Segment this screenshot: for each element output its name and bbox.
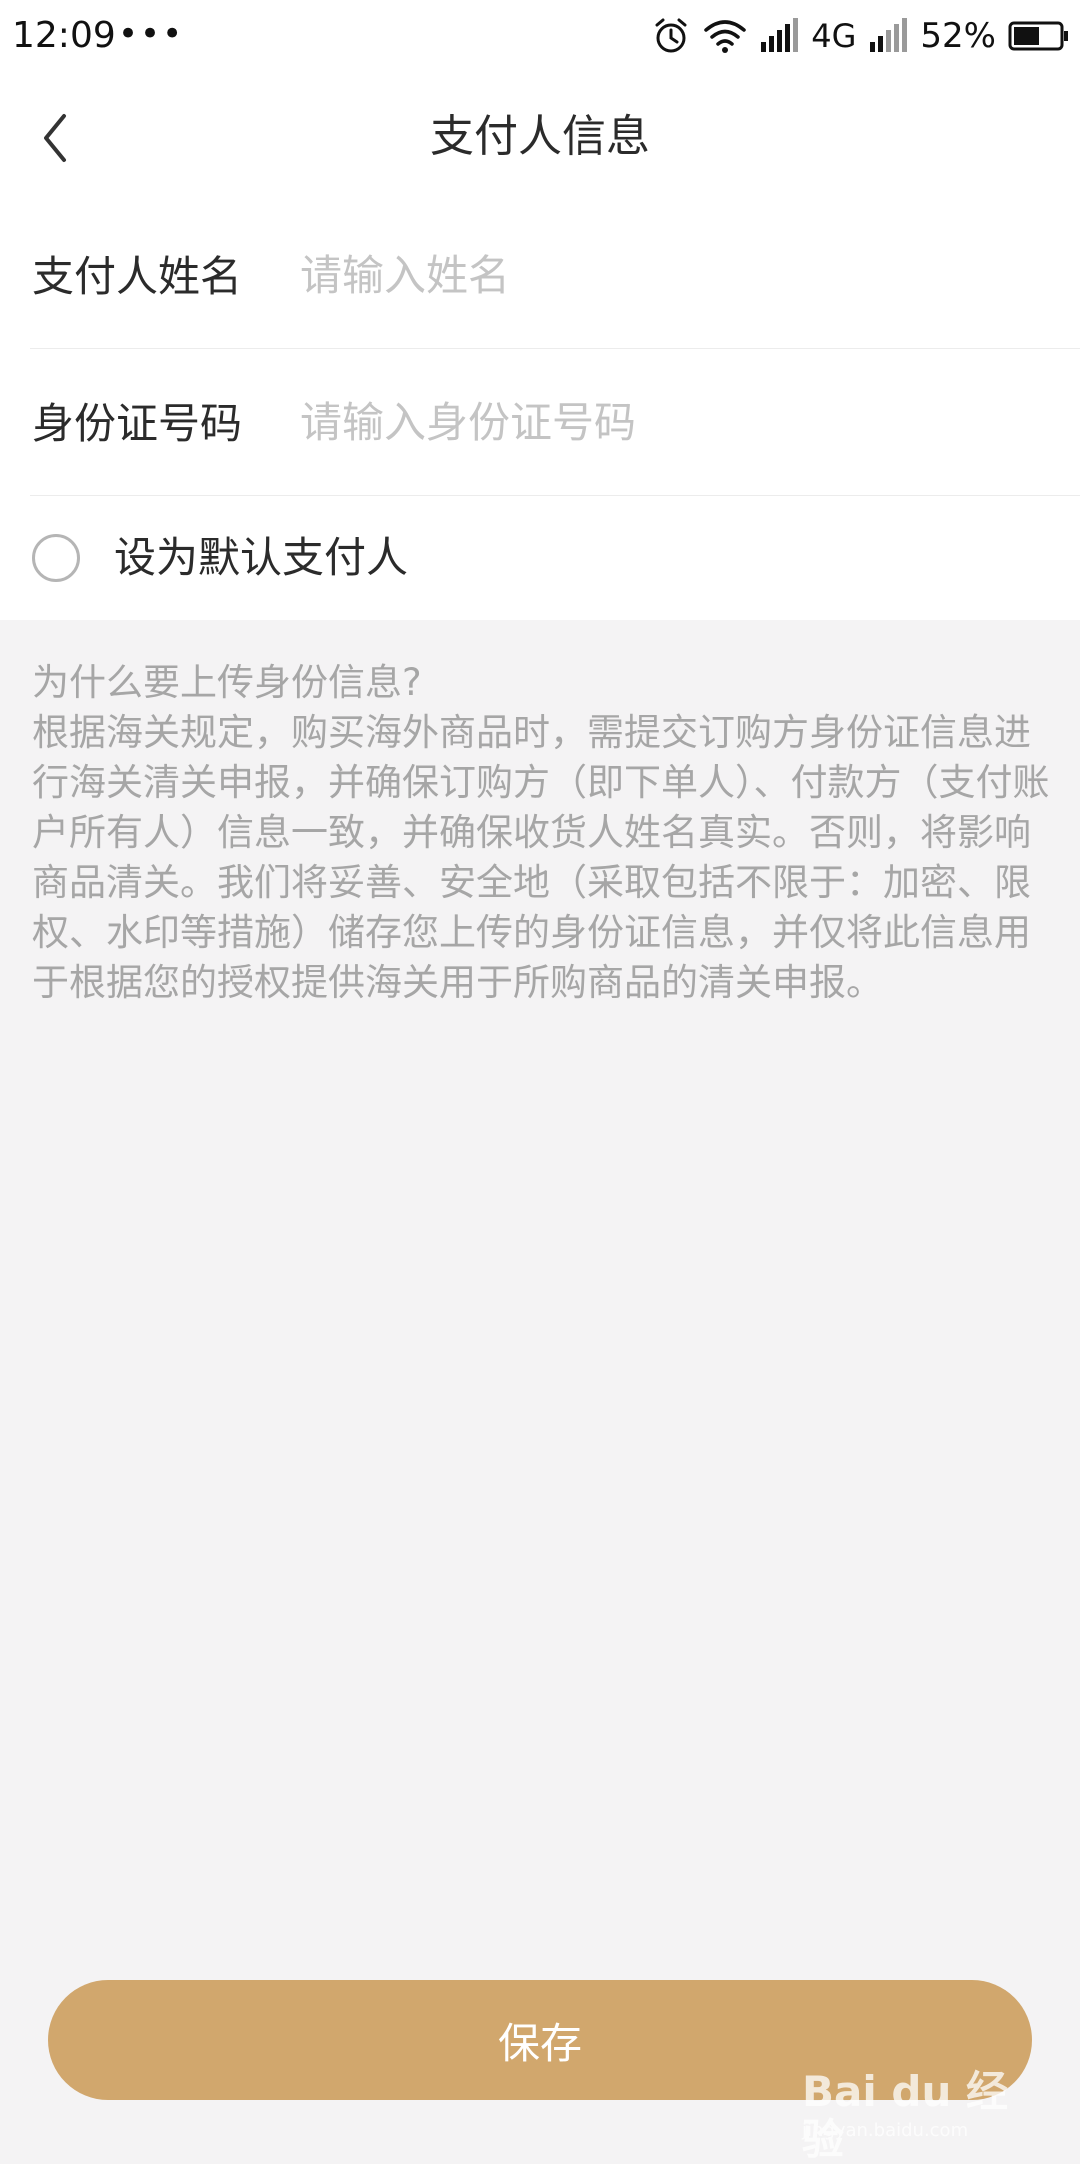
id-number-input[interactable] [300, 389, 1060, 455]
baidu-jingyan-watermark: Bai du 经验 jingyan.baidu.com [802, 2048, 1022, 2164]
page-title: 支付人信息 [430, 111, 650, 162]
status-bar: 12:09 ••• 4G 52% [0, 0, 1080, 72]
id-number-label: 身份证号码 [32, 399, 243, 448]
watermark-text: Bai du 经验 [802, 2067, 1008, 2164]
wifi-icon [704, 20, 747, 53]
payer-form: 支付人姓名 身份证号码 设为默认支付人 [0, 202, 1080, 620]
more-notifications-icon: ••• [118, 14, 185, 54]
alarm-icon [655, 18, 687, 53]
battery-icon [1008, 21, 1068, 51]
status-time: 12:09 [12, 15, 116, 56]
battery-percentage: 52% [920, 16, 996, 56]
info-body: 根据海关规定，购买海外商品时，需提交订购方身份证信息进行海关清关申报，并确保订购… [32, 711, 1050, 1004]
signal-icon [870, 18, 908, 52]
default-payer-radio[interactable] [32, 534, 80, 582]
signal-icon [761, 18, 799, 52]
name-row: 支付人姓名 [30, 202, 1080, 349]
default-payer-row[interactable]: 设为默认支付人 [0, 496, 1080, 620]
watermark-url: jingyan.baidu.com [802, 2120, 969, 2141]
network-type: 4G [811, 17, 857, 55]
info-section: 为什么要上传身份信息? 根据海关规定，购买海外商品时，需提交订购方身份证信息进行… [32, 658, 1050, 1008]
name-input[interactable] [300, 242, 1060, 308]
status-icons: 4G 52% [639, 14, 1070, 58]
name-label: 支付人姓名 [32, 252, 243, 301]
info-question: 为什么要上传身份信息? [32, 661, 422, 704]
default-payer-label: 设为默认支付人 [114, 533, 409, 582]
id-row: 身份证号码 [30, 349, 1080, 496]
header: 支付人信息 [0, 72, 1080, 202]
